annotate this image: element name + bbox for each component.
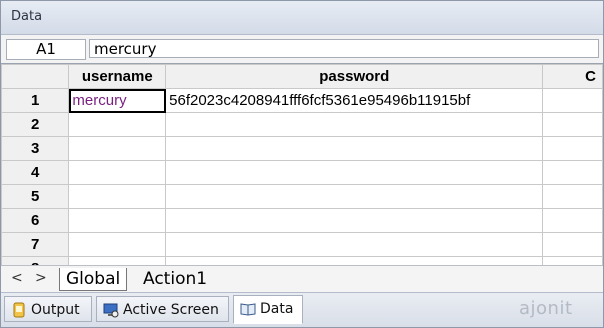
row-header[interactable]: 6 (1, 208, 70, 233)
row-header[interactable]: 4 (1, 160, 70, 185)
grid-cell[interactable] (68, 136, 167, 161)
output-icon (13, 302, 25, 318)
row-header[interactable]: 8 (1, 256, 70, 265)
table-row: 8 (1, 256, 603, 265)
tab-active-screen-label: Active Screen (123, 302, 219, 318)
sheet-prev-button[interactable]: < (11, 270, 23, 286)
cell-b1[interactable]: 56f2023c4208941fff6fcf5361e95496b11915bf (165, 88, 544, 113)
grid-cell[interactable] (165, 256, 544, 265)
sheet-tab-bar: < > Global Action1 (1, 265, 603, 292)
cell-a1[interactable]: mercury (68, 88, 167, 113)
table-row: 4 (1, 160, 603, 185)
row-header[interactable]: 3 (1, 136, 70, 161)
tab-active-screen[interactable]: Active Screen (96, 296, 229, 322)
tab-data-label: Data (260, 301, 294, 317)
column-header-c[interactable]: C (542, 64, 603, 89)
grid-cell[interactable] (165, 208, 544, 233)
grid-cell[interactable] (68, 208, 167, 233)
grid-cell[interactable] (165, 112, 544, 137)
tab-output-label: Output (31, 302, 80, 318)
row-header[interactable]: 5 (1, 184, 70, 209)
table-row: 3 (1, 136, 603, 161)
grid-cell[interactable] (542, 160, 603, 185)
grid-cell[interactable] (68, 256, 167, 265)
tab-output[interactable]: Output (4, 296, 92, 322)
column-header-username[interactable]: username (68, 64, 167, 89)
tab-data[interactable]: Data (233, 295, 303, 324)
formula-bar: A1 mercury (1, 35, 603, 64)
row-header[interactable]: 2 (1, 112, 70, 137)
cell-reference-box[interactable]: A1 (6, 39, 86, 60)
grid-cell[interactable] (542, 184, 603, 209)
data-grid[interactable]: username password C 1 mercury 56f2023c42… (1, 64, 603, 265)
grid-cell[interactable] (542, 256, 603, 265)
grid-cell[interactable] (542, 208, 603, 233)
grid-cell[interactable] (165, 160, 544, 185)
grid-cell[interactable] (165, 136, 544, 161)
pane-title-bar: Data (1, 1, 603, 35)
grid-cell[interactable] (542, 136, 603, 161)
pane-title: Data (11, 9, 43, 24)
data-pane: Data A1 mercury username password C 1 me… (0, 0, 604, 328)
grid-cell[interactable] (68, 160, 167, 185)
corner-header[interactable] (1, 64, 70, 89)
table-row: 2 (1, 112, 603, 137)
grid-cell[interactable] (165, 184, 544, 209)
column-header-password[interactable]: password (165, 64, 544, 89)
active-screen-icon (103, 303, 119, 318)
sheet-next-button[interactable]: > (35, 270, 47, 286)
sheet-tab-action1[interactable]: Action1 (137, 268, 213, 290)
sheet-tab-global[interactable]: Global (59, 268, 128, 291)
grid-cell[interactable] (542, 232, 603, 257)
cell-value-input[interactable]: mercury (89, 39, 599, 58)
table-row: 1 mercury 56f2023c4208941fff6fcf5361e954… (1, 88, 603, 113)
grid-cell[interactable] (165, 232, 544, 257)
bottom-tab-strip: Output Active Screen Data ajonit (1, 292, 603, 327)
row-header[interactable]: 7 (1, 232, 70, 257)
grid-cell[interactable] (68, 112, 167, 137)
grid-cell[interactable] (68, 184, 167, 209)
grid-cell[interactable] (542, 112, 603, 137)
data-book-icon (240, 303, 256, 316)
table-row: 6 (1, 208, 603, 233)
table-row: 7 (1, 232, 603, 257)
grid-cell[interactable] (68, 232, 167, 257)
cell-c1[interactable] (542, 88, 603, 113)
row-header[interactable]: 1 (1, 88, 70, 113)
table-row: 5 (1, 184, 603, 209)
ajonit-logo: ajonit (519, 298, 573, 319)
